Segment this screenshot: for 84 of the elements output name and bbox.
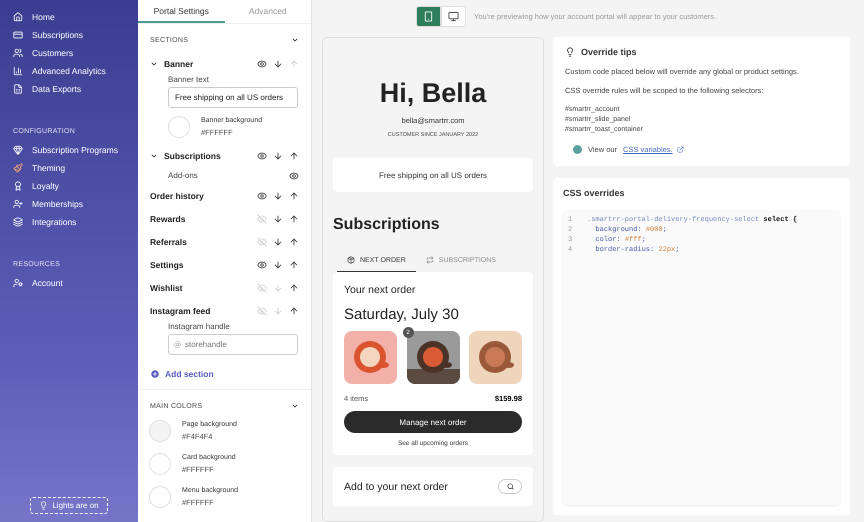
monitor-icon: [448, 11, 459, 22]
eye-icon[interactable]: [257, 150, 267, 160]
tab[interactable]: Portal Settings: [138, 0, 224, 23]
eye-icon[interactable]: [257, 190, 267, 200]
section-label: Rewards: [150, 214, 186, 224]
phone-icon: [423, 11, 434, 22]
card-title: Your next order: [344, 284, 416, 296]
section-label: Instagram feed: [150, 306, 212, 316]
card-icon: [13, 30, 23, 40]
arrow-up-icon[interactable]: [289, 214, 299, 224]
arrow-up-icon[interactable]: [289, 190, 299, 200]
lights-button[interactable]: Lights are on: [30, 497, 108, 514]
plus-icon: [150, 369, 160, 379]
arrow-up-icon[interactable]: [289, 306, 299, 316]
lightbulb-icon: [565, 47, 575, 57]
at-sign-icon: [174, 341, 181, 348]
section-label: Wishlist: [150, 282, 184, 292]
repeat-icon: [426, 256, 434, 264]
nav-item[interactable]: Data Exports: [0, 80, 138, 98]
bar-chart-icon: [13, 66, 23, 76]
greeting: Hi, Bella: [378, 78, 488, 109]
nav-item[interactable]: Loyalty: [0, 177, 138, 195]
arrow-down-icon[interactable]: [273, 260, 283, 270]
nav-item[interactable]: Memberships: [0, 195, 138, 213]
user-gear-icon: [13, 278, 23, 288]
nav-item[interactable]: Subscription Programs: [0, 141, 138, 159]
lightbulb-icon: [39, 501, 48, 510]
nav-item[interactable]: Home: [0, 8, 138, 26]
color-swatch[interactable]: [168, 116, 190, 138]
manage-order-button[interactable]: Manage next order: [344, 411, 522, 433]
home-icon: [13, 12, 23, 22]
section-label: Settings: [150, 260, 185, 270]
color-swatch[interactable]: [149, 453, 171, 475]
nav-item[interactable]: Integrations: [0, 213, 138, 231]
users-icon: [13, 48, 23, 58]
layers-icon: [13, 217, 23, 227]
card-title: CSS overrides: [563, 188, 626, 198]
arrow-up-icon[interactable]: [289, 236, 299, 246]
arrow-up-icon[interactable]: [289, 260, 299, 270]
caret-icon[interactable]: [291, 402, 299, 410]
card-title: Override tips: [581, 47, 637, 57]
arrow-up-icon[interactable]: [289, 150, 299, 160]
field-label: Instagram handle: [167, 322, 231, 333]
field-label: Banner text: [167, 75, 210, 86]
section-label: Banner: [164, 58, 194, 68]
phone-view-button[interactable]: [416, 6, 441, 27]
gem-icon: [13, 145, 23, 155]
spreadsheet-icon: [13, 84, 23, 94]
card-title: Add to your next order: [344, 480, 448, 492]
external-link-icon: [676, 146, 684, 153]
order-date: Saturday, July 30: [344, 306, 460, 323]
arrow-down-icon[interactable]: [273, 150, 283, 160]
arrow-down-icon[interactable]: [273, 236, 283, 246]
arrow-down-icon[interactable]: [273, 58, 283, 68]
eye-icon[interactable]: [289, 170, 299, 180]
search-button[interactable]: [498, 479, 522, 494]
add-section-button[interactable]: Add section: [138, 363, 311, 390]
color-swatch[interactable]: [149, 420, 171, 442]
subsection-label: Add-ons: [168, 171, 199, 180]
section-label: Order history: [150, 190, 205, 200]
handle-field[interactable]: storehandle: [168, 334, 298, 355]
info-dot-icon: [573, 145, 582, 154]
desktop-view-button[interactable]: [441, 6, 466, 27]
section-label: Referrals: [150, 236, 188, 246]
user-plus-icon: [13, 199, 23, 209]
banner-text-field[interactable]: Free shipping on all US orders: [168, 87, 298, 108]
section-title: Subscriptions: [333, 216, 441, 234]
eye-icon[interactable]: [257, 260, 267, 270]
nav-item[interactable]: Advanced Analytics: [0, 62, 138, 80]
eye-icon[interactable]: [257, 58, 267, 68]
arrow-down-icon[interactable]: [273, 214, 283, 224]
section-label: Subscriptions: [164, 150, 222, 160]
search-icon: [506, 483, 514, 490]
box-icon: [347, 256, 355, 264]
arrow-down-icon[interactable]: [273, 190, 283, 200]
color-swatch[interactable]: [149, 486, 171, 508]
arrow-up-icon[interactable]: [289, 282, 299, 292]
caret-icon[interactable]: [291, 36, 299, 44]
nav-item[interactable]: Subscriptions: [0, 26, 138, 44]
banner: Free shipping on all US orders: [333, 158, 533, 192]
nav-item[interactable]: Account: [0, 274, 138, 292]
brush-icon: [13, 163, 23, 173]
award-icon: [13, 181, 23, 191]
nav-item[interactable]: Customers: [0, 44, 138, 62]
